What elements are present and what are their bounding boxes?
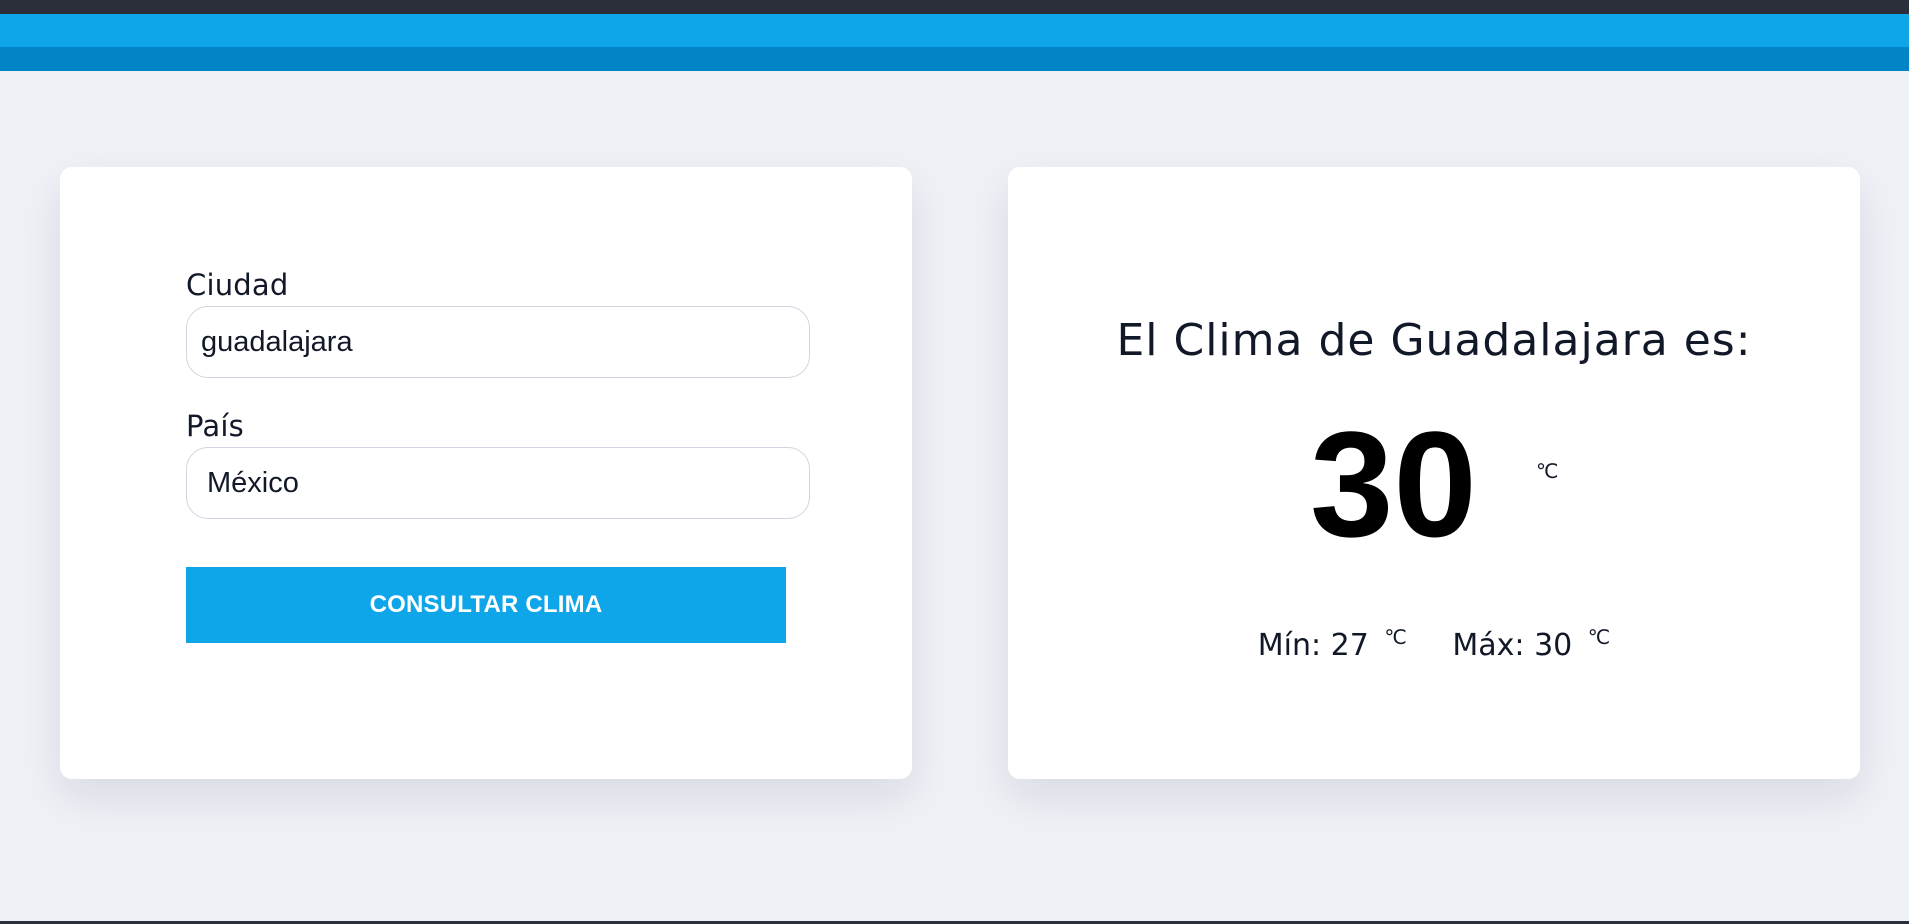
- max-temperature: Máx: 30 ℃: [1452, 627, 1610, 661]
- country-input[interactable]: [186, 447, 810, 519]
- consult-weather-button[interactable]: CONSULTAR CLIMA: [186, 567, 786, 643]
- max-unit: ℃: [1587, 625, 1611, 649]
- max-value: 30: [1534, 628, 1573, 663]
- result-title: El Clima de Guadalajara es:: [1116, 315, 1752, 366]
- city-input[interactable]: [186, 306, 810, 378]
- min-temperature: Mín: 27 ℃: [1258, 627, 1407, 661]
- min-max-temperatures: Mín: 27 ℃ Máx: 30 ℃: [1008, 627, 1860, 661]
- app-header-bar: [0, 14, 1909, 47]
- min-value: 27: [1330, 628, 1369, 663]
- min-unit: ℃: [1384, 625, 1407, 649]
- weather-result: El Clima de Guadalajara es: 30 ℃ Mín: 27…: [1008, 167, 1860, 779]
- max-label: Máx:: [1452, 628, 1525, 663]
- app-header-subbar: [0, 47, 1909, 71]
- country-label: País: [186, 409, 244, 443]
- temperature-display: 30 ℃: [1008, 409, 1860, 559]
- weather-form: Ciudad País CONSULTAR CLIMA: [186, 271, 810, 643]
- weather-form-card: Ciudad País CONSULTAR CLIMA: [60, 167, 912, 779]
- temperature-unit: ℃: [1536, 459, 1559, 483]
- min-label: Mín:: [1257, 628, 1322, 663]
- weather-result-card: El Clima de Guadalajara es: 30 ℃ Mín: 27…: [1008, 167, 1860, 779]
- city-label: Ciudad: [186, 268, 289, 302]
- temperature-value: 30: [1310, 400, 1477, 568]
- top-strip: [0, 0, 1909, 14]
